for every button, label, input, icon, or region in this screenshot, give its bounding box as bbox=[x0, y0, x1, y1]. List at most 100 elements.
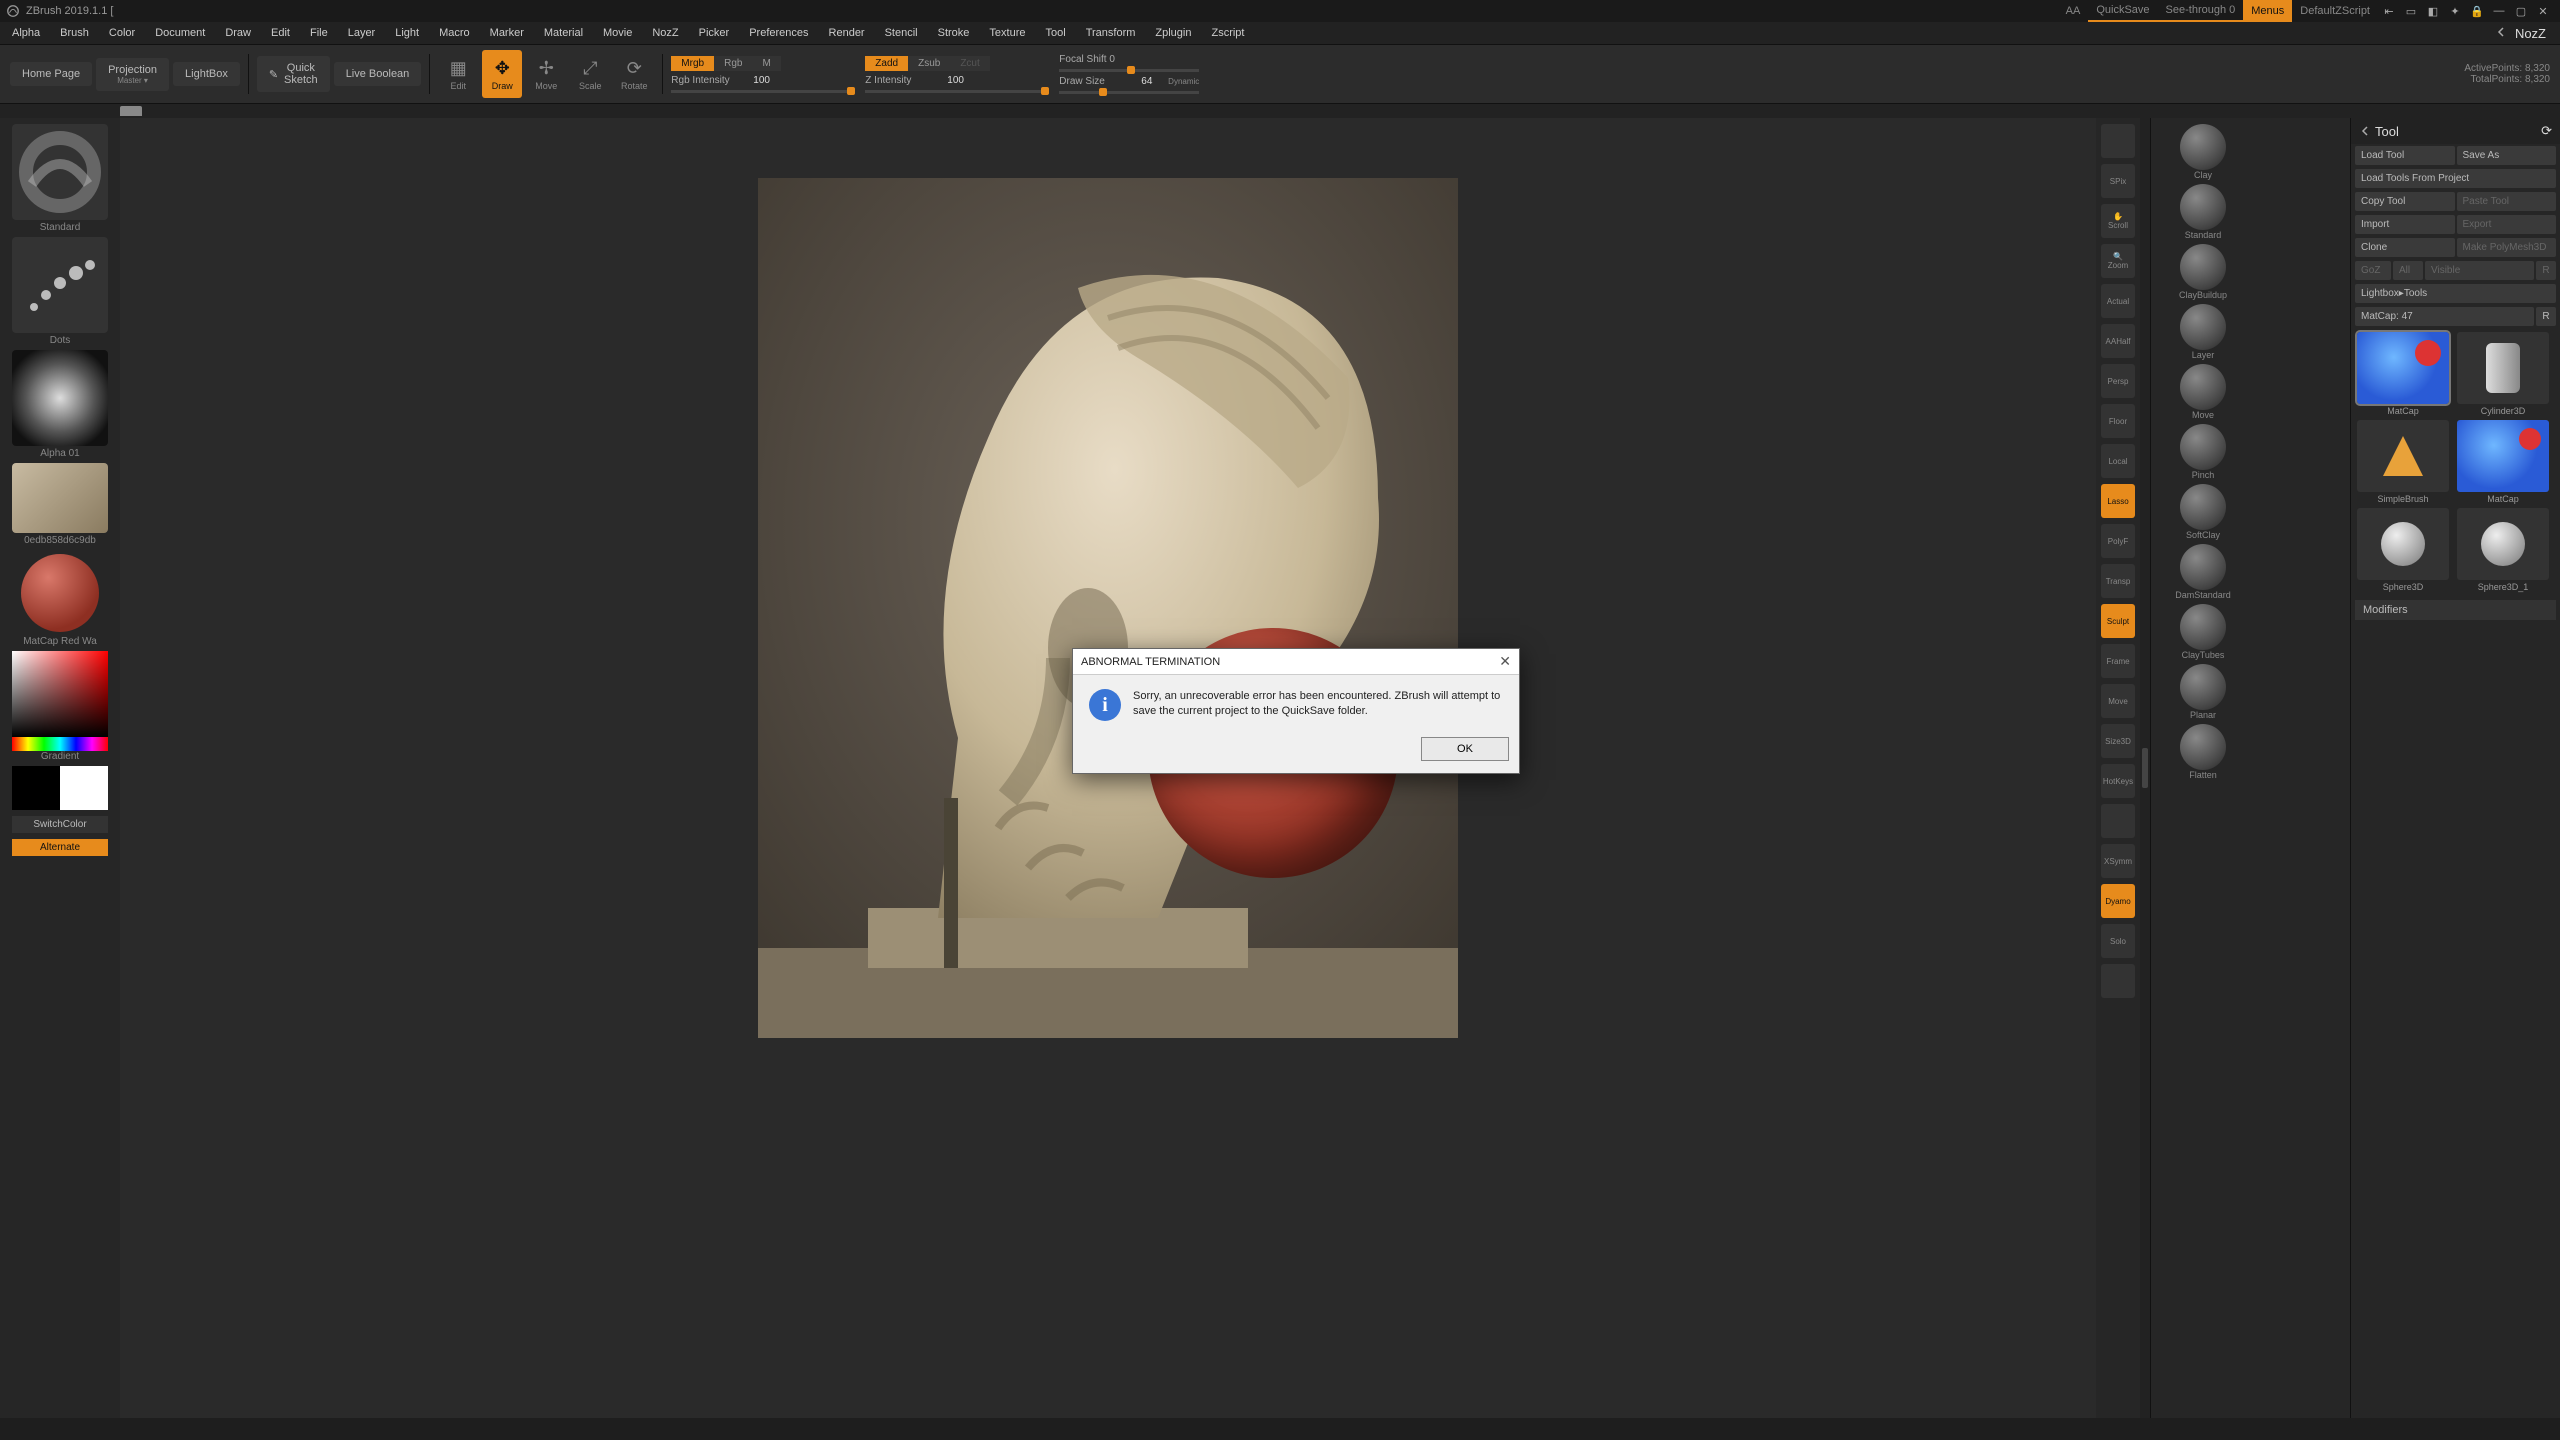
draw-mode-button[interactable]: ✥Draw bbox=[482, 50, 522, 98]
menu-layer[interactable]: Layer bbox=[338, 22, 386, 44]
menu-file[interactable]: File bbox=[300, 22, 338, 44]
brush-planar[interactable]: Planar bbox=[2155, 664, 2251, 720]
rail-persp[interactable]: Persp bbox=[2101, 364, 2135, 398]
default-zscript[interactable]: DefaultZScript bbox=[2292, 0, 2378, 22]
zadd-toggle[interactable]: Zadd bbox=[865, 56, 908, 71]
menu-light[interactable]: Light bbox=[385, 22, 429, 44]
mrgb-toggle[interactable]: Mrgb bbox=[671, 56, 714, 71]
brush-claybuildup[interactable]: ClayBuildup bbox=[2155, 244, 2251, 300]
menu-material[interactable]: Material bbox=[534, 22, 593, 44]
tool-matcap-2[interactable]: MatCap bbox=[2455, 420, 2551, 504]
rgb-toggle[interactable]: Rgb bbox=[714, 56, 752, 71]
dialog-titlebar[interactable]: ABNORMAL TERMINATION ✕ bbox=[1073, 649, 1519, 675]
rail-spix[interactable]: SPix bbox=[2101, 164, 2135, 198]
menu-brush[interactable]: Brush bbox=[50, 22, 99, 44]
menu-transform[interactable]: Transform bbox=[1076, 22, 1146, 44]
matcap-r-button[interactable]: R bbox=[2536, 307, 2556, 326]
edit-mode-button[interactable]: ▦Edit bbox=[438, 50, 478, 98]
texture-picker[interactable]: 0edb858d6c9db bbox=[12, 463, 108, 546]
rail-floor[interactable]: Floor bbox=[2101, 404, 2135, 438]
m-toggle[interactable]: M bbox=[752, 56, 780, 71]
goz-r-button[interactable]: R bbox=[2536, 261, 2556, 280]
panel-resize-handle[interactable] bbox=[2140, 118, 2150, 1418]
menu-movie[interactable]: Movie bbox=[593, 22, 642, 44]
maximize-icon[interactable]: ▢ bbox=[2510, 5, 2532, 18]
color-picker[interactable]: Gradient bbox=[12, 651, 108, 762]
document-tab[interactable] bbox=[120, 106, 142, 116]
menu-stencil[interactable]: Stencil bbox=[875, 22, 928, 44]
rail-size3d[interactable]: Size3D bbox=[2101, 724, 2135, 758]
tool-cylinder3d[interactable]: Cylinder3D bbox=[2455, 332, 2551, 416]
brush-claytubes[interactable]: ClayTubes bbox=[2155, 604, 2251, 660]
rail-blank3[interactable] bbox=[2101, 964, 2135, 998]
paste-tool-button[interactable]: Paste Tool bbox=[2457, 192, 2557, 211]
quicksketch-button[interactable]: ✎QuickSketch bbox=[257, 56, 330, 92]
make-polymesh-button[interactable]: Make PolyMesh3D bbox=[2457, 238, 2557, 257]
menu-document[interactable]: Document bbox=[145, 22, 215, 44]
brush-pinch[interactable]: Pinch bbox=[2155, 424, 2251, 480]
clone-button[interactable]: Clone bbox=[2355, 238, 2455, 257]
rail-xsymm[interactable]: XSymm bbox=[2101, 844, 2135, 878]
rail-actual[interactable]: Actual bbox=[2101, 284, 2135, 318]
switchcolor-button[interactable]: SwitchColor bbox=[12, 816, 108, 833]
titlebar-icon-2[interactable]: ▭ bbox=[2400, 5, 2422, 18]
load-from-project-button[interactable]: Load Tools From Project bbox=[2355, 169, 2556, 188]
rail-sculpt[interactable]: Sculpt bbox=[2101, 604, 2135, 638]
aa-toggle[interactable]: AA bbox=[2058, 0, 2089, 22]
lightbox-button[interactable]: LightBox bbox=[173, 62, 240, 86]
brush-softclay[interactable]: SoftClay bbox=[2155, 484, 2251, 540]
alternate-button[interactable]: Alternate bbox=[12, 839, 108, 856]
menu-stroke[interactable]: Stroke bbox=[928, 22, 980, 44]
rail-blank2[interactable] bbox=[2101, 804, 2135, 838]
swatch-pair[interactable] bbox=[12, 766, 108, 810]
menu-nozz[interactable]: NozZ bbox=[642, 22, 688, 44]
tool-sphere3d[interactable]: Sphere3D bbox=[2355, 508, 2451, 592]
goz-button[interactable]: GoZ bbox=[2355, 261, 2391, 280]
quicksave-button[interactable]: QuickSave bbox=[2088, 0, 2157, 22]
scale-mode-button[interactable]: ⤢Scale bbox=[570, 50, 610, 98]
lock-icon[interactable]: 🔒 bbox=[2466, 5, 2488, 18]
menu-texture[interactable]: Texture bbox=[979, 22, 1035, 44]
zsub-toggle[interactable]: Zsub bbox=[908, 56, 950, 71]
menu-macro[interactable]: Macro bbox=[429, 22, 480, 44]
copy-tool-button[interactable]: Copy Tool bbox=[2355, 192, 2455, 211]
rail-dynamo[interactable]: Dyamo bbox=[2101, 884, 2135, 918]
menu-render[interactable]: Render bbox=[819, 22, 875, 44]
load-tool-button[interactable]: Load Tool bbox=[2355, 146, 2455, 165]
menu-tool[interactable]: Tool bbox=[1036, 22, 1076, 44]
menu-draw[interactable]: Draw bbox=[215, 22, 261, 44]
live-boolean-button[interactable]: Live Boolean bbox=[334, 62, 422, 86]
brush-standard[interactable]: Standard bbox=[2155, 184, 2251, 240]
rail-transp[interactable]: Transp bbox=[2101, 564, 2135, 598]
rail-lasso[interactable]: Lasso bbox=[2101, 484, 2135, 518]
tool-simplebrush[interactable]: SimpleBrush bbox=[2355, 420, 2451, 504]
zcut-toggle[interactable]: Zcut bbox=[950, 56, 989, 71]
rail-polyf[interactable]: PolyF bbox=[2101, 524, 2135, 558]
menus-toggle[interactable]: Menus bbox=[2243, 0, 2292, 22]
matcap-slider[interactable]: MatCap: 47 bbox=[2355, 307, 2534, 326]
minimize-icon[interactable]: — bbox=[2488, 5, 2510, 17]
move-mode-button[interactable]: ✢Move bbox=[526, 50, 566, 98]
goz-visible-button[interactable]: Visible bbox=[2425, 261, 2534, 280]
menu-picker[interactable]: Picker bbox=[689, 22, 740, 44]
rgb-intensity-slider[interactable]: Rgb Intensity100 bbox=[671, 75, 851, 86]
menu-alpha[interactable]: Alpha bbox=[2, 22, 50, 44]
tool-matcap[interactable]: MatCap bbox=[2355, 332, 2451, 416]
lightbox-tools-button[interactable]: Lightbox▸Tools bbox=[2355, 284, 2556, 303]
rail-solo[interactable]: Solo bbox=[2101, 924, 2135, 958]
titlebar-icon-4[interactable]: ✦ bbox=[2444, 5, 2466, 18]
rail-zoom[interactable]: 🔍Zoom bbox=[2101, 244, 2135, 278]
dialog-close-icon[interactable]: ✕ bbox=[1499, 653, 1511, 670]
close-icon[interactable]: ✕ bbox=[2532, 5, 2554, 18]
rail-aahalf[interactable]: AAHalf bbox=[2101, 324, 2135, 358]
rail-blank[interactable] bbox=[2101, 124, 2135, 158]
z-intensity-slider[interactable]: Z Intensity100 bbox=[865, 75, 1045, 86]
rail-move[interactable]: Move bbox=[2101, 684, 2135, 718]
tool-panel-header[interactable]: Tool ⟳ bbox=[2351, 118, 2560, 144]
seethrough-slider[interactable]: See-through 0 bbox=[2158, 0, 2244, 22]
rotate-mode-button[interactable]: ⟳Rotate bbox=[614, 50, 654, 98]
stroke-picker[interactable]: Dots bbox=[12, 237, 108, 346]
save-as-button[interactable]: Save As bbox=[2457, 146, 2557, 165]
import-button[interactable]: Import bbox=[2355, 215, 2455, 234]
modifiers-section[interactable]: Modifiers bbox=[2355, 600, 2556, 620]
